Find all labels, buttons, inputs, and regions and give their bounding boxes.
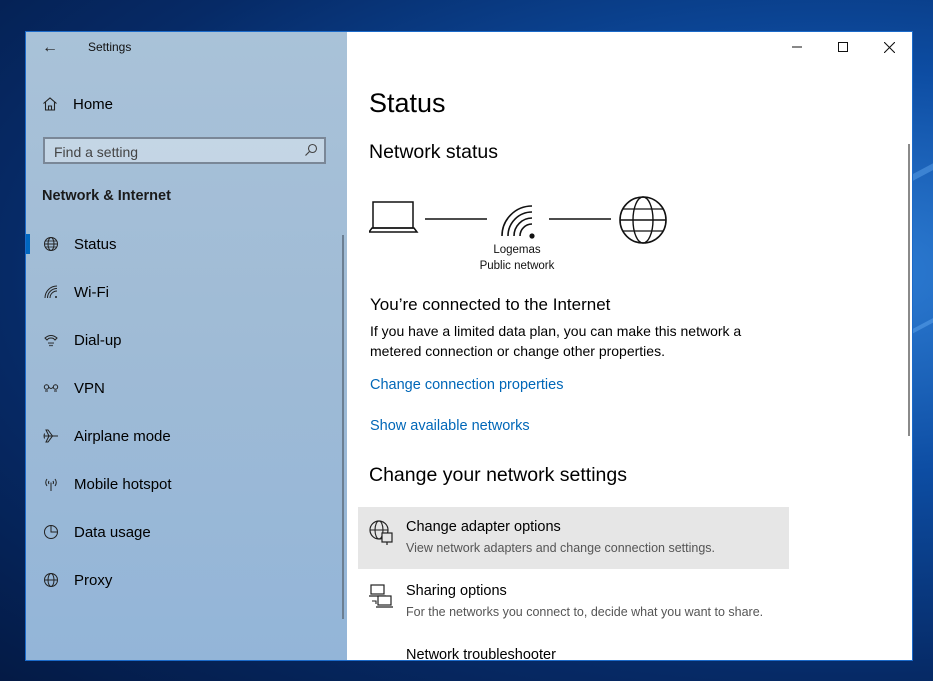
connection-status-title: You’re connected to the Internet	[370, 295, 611, 314]
connection-status-description: If you have a limited data plan, you can…	[370, 323, 742, 359]
globe-icon	[42, 235, 60, 253]
option-description: View network adapters and change connect…	[406, 541, 715, 555]
sidebar-item-airplane-mode[interactable]: Airplane mode	[26, 416, 342, 456]
sidebar-item-label: Dial-up	[74, 331, 122, 349]
page-title: Status	[369, 88, 446, 118]
network-troubleshooter[interactable]: Network troubleshooter	[358, 635, 789, 661]
sidebar-item-mobile-hotspot[interactable]: Mobile hotspot	[26, 464, 342, 504]
sharing-options[interactable]: Sharing options For the networks you con…	[358, 571, 789, 633]
sharing-icon	[369, 584, 393, 608]
search-icon[interactable]	[304, 143, 318, 157]
sidebar-item-data-usage[interactable]: Data usage	[26, 512, 342, 552]
sidebar-item-label: Wi-Fi	[74, 283, 109, 301]
minimize-icon	[792, 46, 802, 48]
main-scrollbar[interactable]	[908, 144, 910, 436]
sidebar-scrollbar[interactable]	[342, 235, 344, 619]
change-adapter-options[interactable]: Change adapter options View network adap…	[358, 507, 789, 569]
change-settings-heading: Change your network settings	[369, 464, 627, 486]
close-button[interactable]	[866, 32, 912, 62]
sidebar-item-label: Mobile hotspot	[74, 475, 172, 493]
network-status-heading: Network status	[369, 141, 498, 163]
globe-icon	[42, 571, 60, 589]
sidebar: ← Settings Home Network & Internet Statu…	[26, 32, 347, 660]
sidebar-item-label: Proxy	[74, 571, 113, 589]
sidebar-item-dial-up[interactable]: Dial-up	[26, 320, 342, 360]
sidebar-item-label: Data usage	[74, 523, 151, 541]
active-indicator	[26, 234, 30, 254]
sidebar-item-status[interactable]: Status	[26, 224, 342, 264]
network-name: Logemas	[493, 244, 541, 256]
maximize-button[interactable]	[820, 32, 866, 62]
change-connection-properties-link[interactable]: Change connection properties	[370, 377, 563, 393]
sidebar-item-proxy[interactable]: Proxy	[26, 560, 342, 600]
back-button[interactable]: ←	[38, 38, 62, 58]
option-title: Sharing options	[406, 583, 507, 599]
phone-icon	[42, 331, 60, 349]
home-label: Home	[73, 95, 114, 113]
home-icon	[43, 97, 57, 111]
hotspot-icon	[42, 475, 60, 493]
vpn-icon	[42, 379, 60, 397]
warning-icon	[368, 647, 394, 661]
internet-globe-icon	[619, 196, 667, 244]
settings-window: ← Settings Home Network & Internet Statu…	[25, 31, 913, 661]
airplane-icon	[42, 427, 60, 445]
sidebar-item-vpn[interactable]: VPN	[26, 368, 342, 408]
wifi-icon	[42, 283, 60, 301]
show-available-networks-link[interactable]: Show available networks	[370, 418, 530, 434]
pie-chart-icon	[42, 523, 60, 541]
title-bar: ← Settings	[26, 32, 347, 64]
network-type: Public network	[479, 260, 555, 272]
sidebar-item-label: VPN	[74, 379, 105, 397]
app-title: Settings	[88, 40, 132, 54]
laptop-icon	[369, 201, 419, 233]
wifi-signal-icon	[501, 205, 535, 239]
main-content: Status Network status Logemas Public net…	[347, 32, 912, 660]
search-box[interactable]	[43, 137, 326, 164]
search-input[interactable]	[45, 139, 306, 164]
option-description: For the networks you connect to, decide …	[406, 605, 764, 619]
option-title: Network troubleshooter	[406, 647, 556, 661]
minimize-button[interactable]	[774, 32, 820, 62]
sidebar-item-wifi[interactable]: Wi-Fi	[26, 272, 342, 312]
maximize-icon	[838, 42, 848, 52]
close-icon	[883, 41, 895, 53]
sidebar-item-label: Status	[74, 235, 117, 253]
sidebar-item-label: Airplane mode	[74, 427, 171, 445]
option-title: Change adapter options	[406, 519, 561, 535]
section-header: Network & Internet	[42, 188, 171, 204]
adapter-icon	[369, 520, 393, 545]
home-nav-item[interactable]: Home	[42, 92, 113, 116]
